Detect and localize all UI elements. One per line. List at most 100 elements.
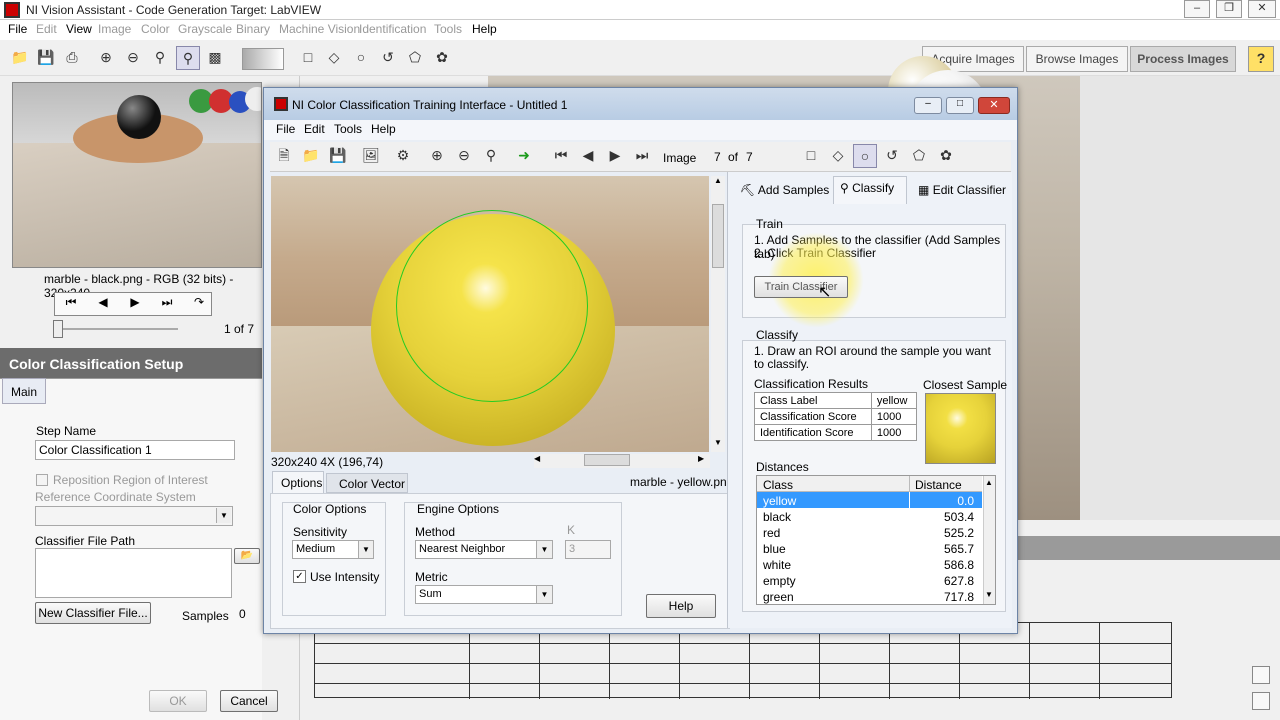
vertical-scrollbar[interactable]: ▲ ▼ <box>711 176 725 452</box>
results-icon[interactable] <box>1252 666 1270 684</box>
k-stepper[interactable]: 3 <box>565 540 611 559</box>
zoom-in-icon[interactable]: ⊕ <box>425 144 449 168</box>
tab-process-images[interactable]: Process Images <box>1130 46 1236 72</box>
reload-icon[interactable]: ↷ <box>187 295 211 313</box>
freehand-tool-icon[interactable]: ✿ <box>934 144 958 168</box>
results-icon[interactable] <box>1252 692 1270 710</box>
dialog-maximize-icon[interactable]: □ <box>946 97 974 114</box>
last-image-icon[interactable]: ⏭ <box>155 295 179 313</box>
tab-classify[interactable]: ⚲ Classify <box>833 176 907 204</box>
dialog-menu-tools[interactable]: Tools <box>334 122 362 136</box>
image-slider-thumb[interactable] <box>53 320 63 338</box>
last-image-icon[interactable]: ⏭ <box>630 144 654 168</box>
dialog-minimize-icon[interactable]: – <box>914 97 942 114</box>
menu-color[interactable]: Color <box>141 22 170 36</box>
method-select[interactable]: Nearest Neighbor <box>415 540 553 559</box>
metric-select[interactable]: Sum <box>415 585 553 604</box>
dialog-menu-file[interactable]: File <box>276 122 295 136</box>
horizontal-scrollbar[interactable]: ◀ ▶ <box>534 454 710 468</box>
chevron-down-icon[interactable]: ▼ <box>536 541 552 558</box>
list-item[interactable]: yellow 0.0 <box>757 492 982 508</box>
list-item[interactable]: green 717.8 <box>757 588 982 604</box>
zoom-1to1-icon[interactable]: ⚲ <box>479 144 503 168</box>
reposition-checkbox[interactable] <box>36 474 48 486</box>
tab-edit-classifier[interactable]: ▦ Edit Classifier <box>912 178 1012 202</box>
polygon-tool-icon[interactable]: ⬠ <box>907 144 931 168</box>
dialog-image-view[interactable] <box>271 176 709 452</box>
previous-image-icon[interactable]: ◀ <box>91 295 115 313</box>
polygon-tool-icon[interactable]: ⬠ <box>403 46 427 70</box>
new-classifier-button[interactable]: New Classifier File... <box>35 602 151 624</box>
classifier-icon[interactable]: ⚙ <box>391 144 415 168</box>
new-file-icon[interactable]: 🗎 <box>272 144 296 168</box>
go-to-image-icon[interactable]: ➜ <box>512 144 536 168</box>
horizontal-scrollbar-thumb[interactable] <box>584 454 630 466</box>
gradient-palette[interactable] <box>242 48 284 70</box>
browse-folder-icon[interactable]: 📂 <box>234 548 260 564</box>
list-item[interactable]: empty 627.8 <box>757 572 982 588</box>
list-item[interactable]: white 586.8 <box>757 556 982 572</box>
tab-color-vector[interactable]: Color Vector <box>326 473 408 493</box>
menu-tools[interactable]: Tools <box>434 22 462 36</box>
next-image-icon[interactable]: ▶ <box>603 144 627 168</box>
menu-edit[interactable]: Edit <box>36 22 57 36</box>
rectangle-tool-icon[interactable]: □ <box>799 144 823 168</box>
list-item[interactable]: blue 565.7 <box>757 540 982 556</box>
dialog-menu-help[interactable]: Help <box>371 122 396 136</box>
image-slider[interactable] <box>56 328 178 330</box>
step-name-field[interactable]: Color Classification 1 <box>35 440 235 460</box>
menu-image[interactable]: Image <box>98 22 131 36</box>
list-item[interactable]: black 503.4 <box>757 508 982 524</box>
menu-file[interactable]: File <box>8 22 27 36</box>
minimize-icon[interactable]: – <box>1184 0 1210 18</box>
zoom-in-icon[interactable]: ⊕ <box>94 46 118 70</box>
ok-button[interactable]: OK <box>149 690 207 712</box>
classifier-path-field[interactable] <box>35 548 232 598</box>
tab-add-samples[interactable]: ⛏ Add Samples <box>734 178 834 202</box>
chevron-down-icon[interactable]: ▼ <box>358 541 373 558</box>
dialog-close-icon[interactable]: ✕ <box>978 97 1010 114</box>
distances-list[interactable]: Class Distance yellow 0.0 black 503.4 re… <box>756 475 996 605</box>
rectangle-tool-icon[interactable]: □ <box>296 46 320 70</box>
previous-image-icon[interactable]: ◀ <box>576 144 600 168</box>
dialog-menu-edit[interactable]: Edit <box>304 122 325 136</box>
menu-binary[interactable]: Binary <box>236 22 270 36</box>
use-intensity-checkbox[interactable]: ✓ <box>293 570 306 583</box>
menu-grayscale[interactable]: Grayscale <box>178 22 232 36</box>
palette-icon[interactable]: ▩ <box>203 46 227 70</box>
oval-tool-icon[interactable]: ○ <box>349 46 373 70</box>
oval-tool-icon[interactable]: ○ <box>853 144 877 168</box>
list-item[interactable]: red 525.2 <box>757 524 982 540</box>
image-icon[interactable]: 🖼 <box>359 144 383 168</box>
print-icon[interactable]: ⎙ <box>60 46 84 70</box>
roi-circle[interactable] <box>396 210 588 402</box>
annulus-tool-icon[interactable]: ↺ <box>880 144 904 168</box>
next-image-icon[interactable]: ▶ <box>123 295 147 313</box>
zoom-1to1-icon[interactable]: ⚲ <box>148 46 172 70</box>
menu-identification[interactable]: Identification <box>359 22 426 36</box>
train-classifier-button[interactable]: Train Classifier <box>754 276 848 298</box>
menu-view[interactable]: View <box>66 22 92 36</box>
open-image-icon[interactable]: 📁 <box>8 46 32 70</box>
tab-options[interactable]: Options <box>272 471 324 493</box>
zoom-fit-icon[interactable]: ⚲ <box>176 46 200 70</box>
rotated-rect-tool-icon[interactable]: ◇ <box>322 46 346 70</box>
help-icon[interactable]: ? <box>1248 46 1274 72</box>
distances-scrollbar[interactable]: ▲ ▼ <box>983 476 995 604</box>
freehand-tool-icon[interactable]: ✿ <box>430 46 454 70</box>
first-image-icon[interactable]: ⏮ <box>549 144 573 168</box>
open-folder-icon[interactable]: 📁 <box>299 144 323 168</box>
maximize-icon[interactable]: ❐ <box>1216 0 1242 18</box>
vertical-scrollbar-thumb[interactable] <box>712 204 724 268</box>
annulus-tool-icon[interactable]: ↺ <box>376 46 400 70</box>
menu-help[interactable]: Help <box>472 22 497 36</box>
chevron-down-icon[interactable]: ▼ <box>536 586 552 603</box>
menu-machine-vision[interactable]: Machine Vision <box>279 22 360 36</box>
reference-coordinate-select[interactable]: ▼ <box>35 506 233 526</box>
rotated-rect-tool-icon[interactable]: ◇ <box>826 144 850 168</box>
cancel-button[interactable]: Cancel <box>220 690 278 712</box>
save-icon[interactable]: 💾 <box>326 144 350 168</box>
help-button[interactable]: Help <box>646 594 716 618</box>
save-icon[interactable]: 💾 <box>34 46 58 70</box>
zoom-out-icon[interactable]: ⊖ <box>121 46 145 70</box>
